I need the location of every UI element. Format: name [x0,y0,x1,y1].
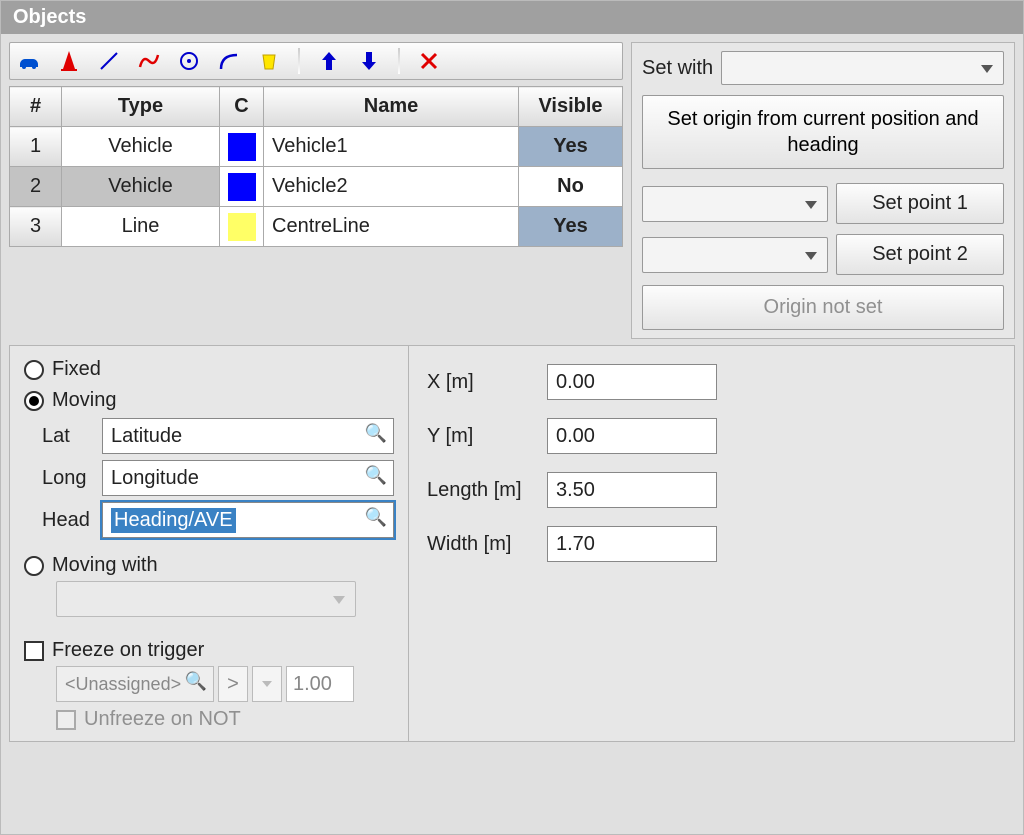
panel-title: Objects [1,1,1023,34]
objects-toolbar [9,42,623,80]
delete-icon[interactable] [416,48,442,74]
head-input[interactable]: Heading/AVE [102,502,394,538]
head-label: Head [42,509,94,532]
width-label: Width [m] [427,533,537,556]
set-with-dropdown[interactable] [721,51,1004,85]
row-type: Line [62,207,220,247]
y-label: Y [m] [427,425,537,448]
length-label: Length [m] [427,479,537,502]
row-name[interactable]: Vehicle1 [264,127,519,167]
width-input[interactable]: 1.70 [547,526,717,562]
origin-status: Origin not set [642,285,1004,330]
unfreeze-label: Unfreeze on NOT [84,708,241,730]
row-type: Vehicle [62,127,220,167]
column-num[interactable]: # [10,87,62,127]
polygon-icon[interactable] [256,48,282,74]
row-name[interactable]: Vehicle2 [264,167,519,207]
row-visible[interactable]: No [519,167,623,207]
set-point2-button[interactable]: Set point 2 [836,234,1004,275]
row-num: 3 [10,207,62,247]
moving-label: Moving [52,389,116,411]
fixed-radio[interactable] [24,360,44,380]
long-input[interactable]: Longitude [102,460,394,496]
motion-panel: Fixed Moving Lat Latitude Long Longitude… [9,345,409,742]
x-label: X [m] [427,371,537,394]
line-icon[interactable] [96,48,122,74]
cone-icon[interactable] [56,48,82,74]
down-arrow-icon[interactable] [356,48,382,74]
point2-dropdown[interactable] [642,237,828,273]
table-row[interactable]: 2Vehicle Vehicle2No [10,167,623,207]
row-name[interactable]: CentreLine [264,207,519,247]
freeze-checkbox[interactable] [24,641,44,661]
moving-with-dropdown [56,581,356,617]
car-icon[interactable] [16,48,42,74]
toolbar-separator [298,48,300,74]
freeze-label: Freeze on trigger [52,639,204,661]
table-row[interactable]: 1Vehicle Vehicle1Yes [10,127,623,167]
column-type[interactable]: Type [62,87,220,127]
polyline-icon[interactable] [136,48,162,74]
dimensions-panel: X [m] 0.00 Y [m] 0.00 Length [m] 3.50 Wi… [409,345,1015,742]
set-origin-button[interactable]: Set origin from current position and hea… [642,95,1004,169]
objects-panel: Objects # Type [0,0,1024,835]
row-visible[interactable]: Yes [519,127,623,167]
fixed-label: Fixed [52,358,101,380]
row-num: 1 [10,127,62,167]
x-input[interactable]: 0.00 [547,364,717,400]
toolbar-separator [398,48,400,74]
origin-panel: Set with Set origin from current positio… [631,42,1015,339]
freeze-channel-input: <Unassigned> [56,666,214,702]
length-input[interactable]: 3.50 [547,472,717,508]
point-icon[interactable] [176,48,202,74]
lat-label: Lat [42,425,94,448]
long-label: Long [42,467,94,490]
freeze-op: > [218,666,248,702]
unfreeze-checkbox [56,710,76,730]
moving-radio[interactable] [24,391,44,411]
row-num: 2 [10,167,62,207]
column-name[interactable]: Name [264,87,519,127]
lat-input[interactable]: Latitude [102,418,394,454]
objects-table[interactable]: # Type C Name Visible 1Vehicle Vehicle1Ye… [9,86,623,247]
column-visible[interactable]: Visible [519,87,623,127]
moving-with-radio[interactable] [24,556,44,576]
row-type: Vehicle [62,167,220,207]
up-arrow-icon[interactable] [316,48,342,74]
row-color[interactable] [220,127,264,167]
row-visible[interactable]: Yes [519,207,623,247]
curve-icon[interactable] [216,48,242,74]
set-point1-button[interactable]: Set point 1 [836,183,1004,224]
y-input[interactable]: 0.00 [547,418,717,454]
row-color[interactable] [220,207,264,247]
table-row[interactable]: 3Line CentreLineYes [10,207,623,247]
moving-with-label: Moving with [52,554,158,576]
column-color[interactable]: C [220,87,264,127]
freeze-value: 1.00 [286,666,354,702]
row-color[interactable] [220,167,264,207]
point1-dropdown[interactable] [642,186,828,222]
freeze-op-dropdown [252,666,282,702]
set-with-label: Set with [642,57,713,80]
